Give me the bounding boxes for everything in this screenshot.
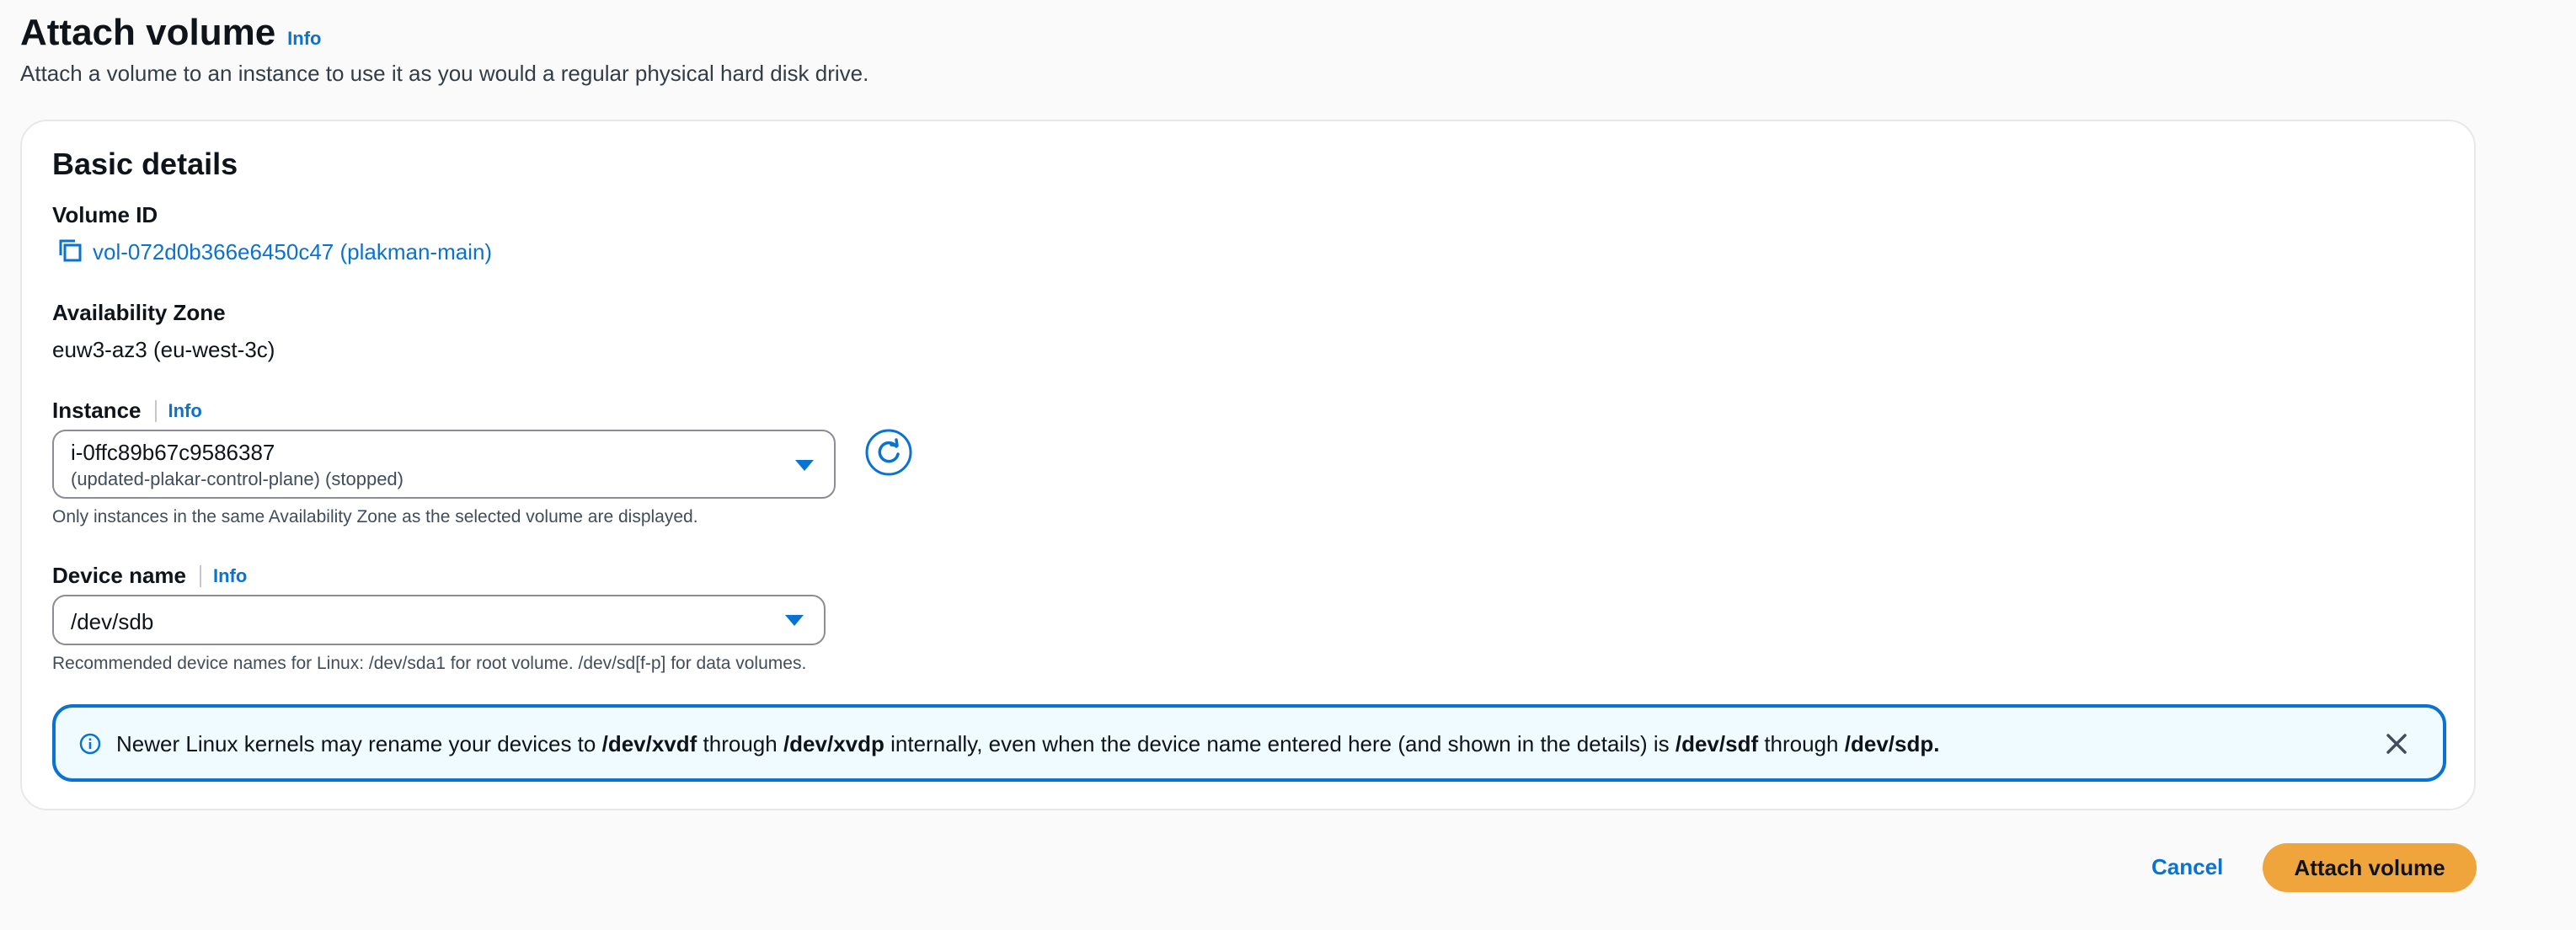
page-title: Attach volume xyxy=(20,12,276,53)
close-icon[interactable] xyxy=(2384,731,2409,756)
instance-select-value: i-0ffc89b67c9586387 xyxy=(71,440,275,465)
volume-id-link[interactable]: vol-072d0b366e6450c47 (plakman-main) xyxy=(57,238,492,267)
volume-id-label-text: Volume ID xyxy=(52,202,158,227)
device-name-info-link[interactable]: Info xyxy=(213,565,247,587)
instance-select[interactable]: i-0ffc89b67c9586387 (updated-plakar-cont… xyxy=(52,430,836,499)
alert-text-bold: /dev/sdp. xyxy=(1844,731,1940,756)
device-name-label-text: Device name xyxy=(52,563,186,588)
alert-text-bold: /dev/sdf xyxy=(1675,731,1759,756)
chevron-down-icon xyxy=(795,460,814,471)
page-header: Attach volume Info Attach a volume to an… xyxy=(20,12,868,87)
label-divider xyxy=(199,564,201,587)
instance-select-detail: (updated-plakar-control-plane) (stopped) xyxy=(71,468,404,489)
attach-volume-button[interactable]: Attach volume xyxy=(2263,843,2477,892)
alert-message: Newer Linux kernels may rename your devi… xyxy=(116,731,1939,757)
availability-zone-value: euw3-az3 (eu-west-3c) xyxy=(52,337,275,362)
alert-text-part: Newer Linux kernels may rename your devi… xyxy=(116,731,602,756)
alert-text-part: through xyxy=(697,731,783,756)
instance-info-link[interactable]: Info xyxy=(168,400,202,422)
alert-text-bold: /dev/xvdp xyxy=(783,731,884,756)
info-alert: Newer Linux kernels may rename your devi… xyxy=(52,704,2446,782)
availability-zone-label: Availability Zone xyxy=(52,300,226,326)
basic-details-panel: Basic details Volume ID vol-072d0b366e64… xyxy=(20,120,2476,810)
page-description: Attach a volume to an instance to use it… xyxy=(20,61,869,86)
attach-volume-page: Attach volume Info Attach a volume to an… xyxy=(0,0,2576,930)
device-name-select[interactable]: /dev/sdb xyxy=(52,595,826,645)
alert-text-part: through xyxy=(1758,731,1845,756)
instance-label-text: Instance xyxy=(52,398,142,423)
device-name-select-value: /dev/sdb xyxy=(71,609,154,634)
availability-zone-label-text: Availability Zone xyxy=(52,300,226,325)
refresh-icon[interactable] xyxy=(864,428,913,477)
label-divider xyxy=(154,399,157,422)
chevron-down-icon xyxy=(785,615,804,626)
page-info-link[interactable]: Info xyxy=(287,28,321,50)
device-name-hint: Recommended device names for Linux: /dev… xyxy=(52,654,807,673)
instance-hint: Only instances in the same Availability … xyxy=(52,507,698,526)
info-icon xyxy=(79,733,101,755)
instance-label: Instance Info xyxy=(52,398,202,424)
volume-id-value[interactable]: vol-072d0b366e6450c47 (plakman-main) xyxy=(93,239,492,265)
refresh-instances-button[interactable] xyxy=(864,428,913,477)
cancel-button[interactable]: Cancel xyxy=(2151,854,2223,880)
volume-id-label: Volume ID xyxy=(52,202,158,228)
device-name-label: Device name Info xyxy=(52,563,247,589)
panel-title: Basic details xyxy=(52,147,238,181)
alert-text-bold: /dev/xvdf xyxy=(601,731,697,756)
copy-icon[interactable] xyxy=(57,238,83,267)
alert-text-part: internally, even when the device name en… xyxy=(884,731,1675,756)
title-row: Attach volume Info xyxy=(20,12,868,54)
